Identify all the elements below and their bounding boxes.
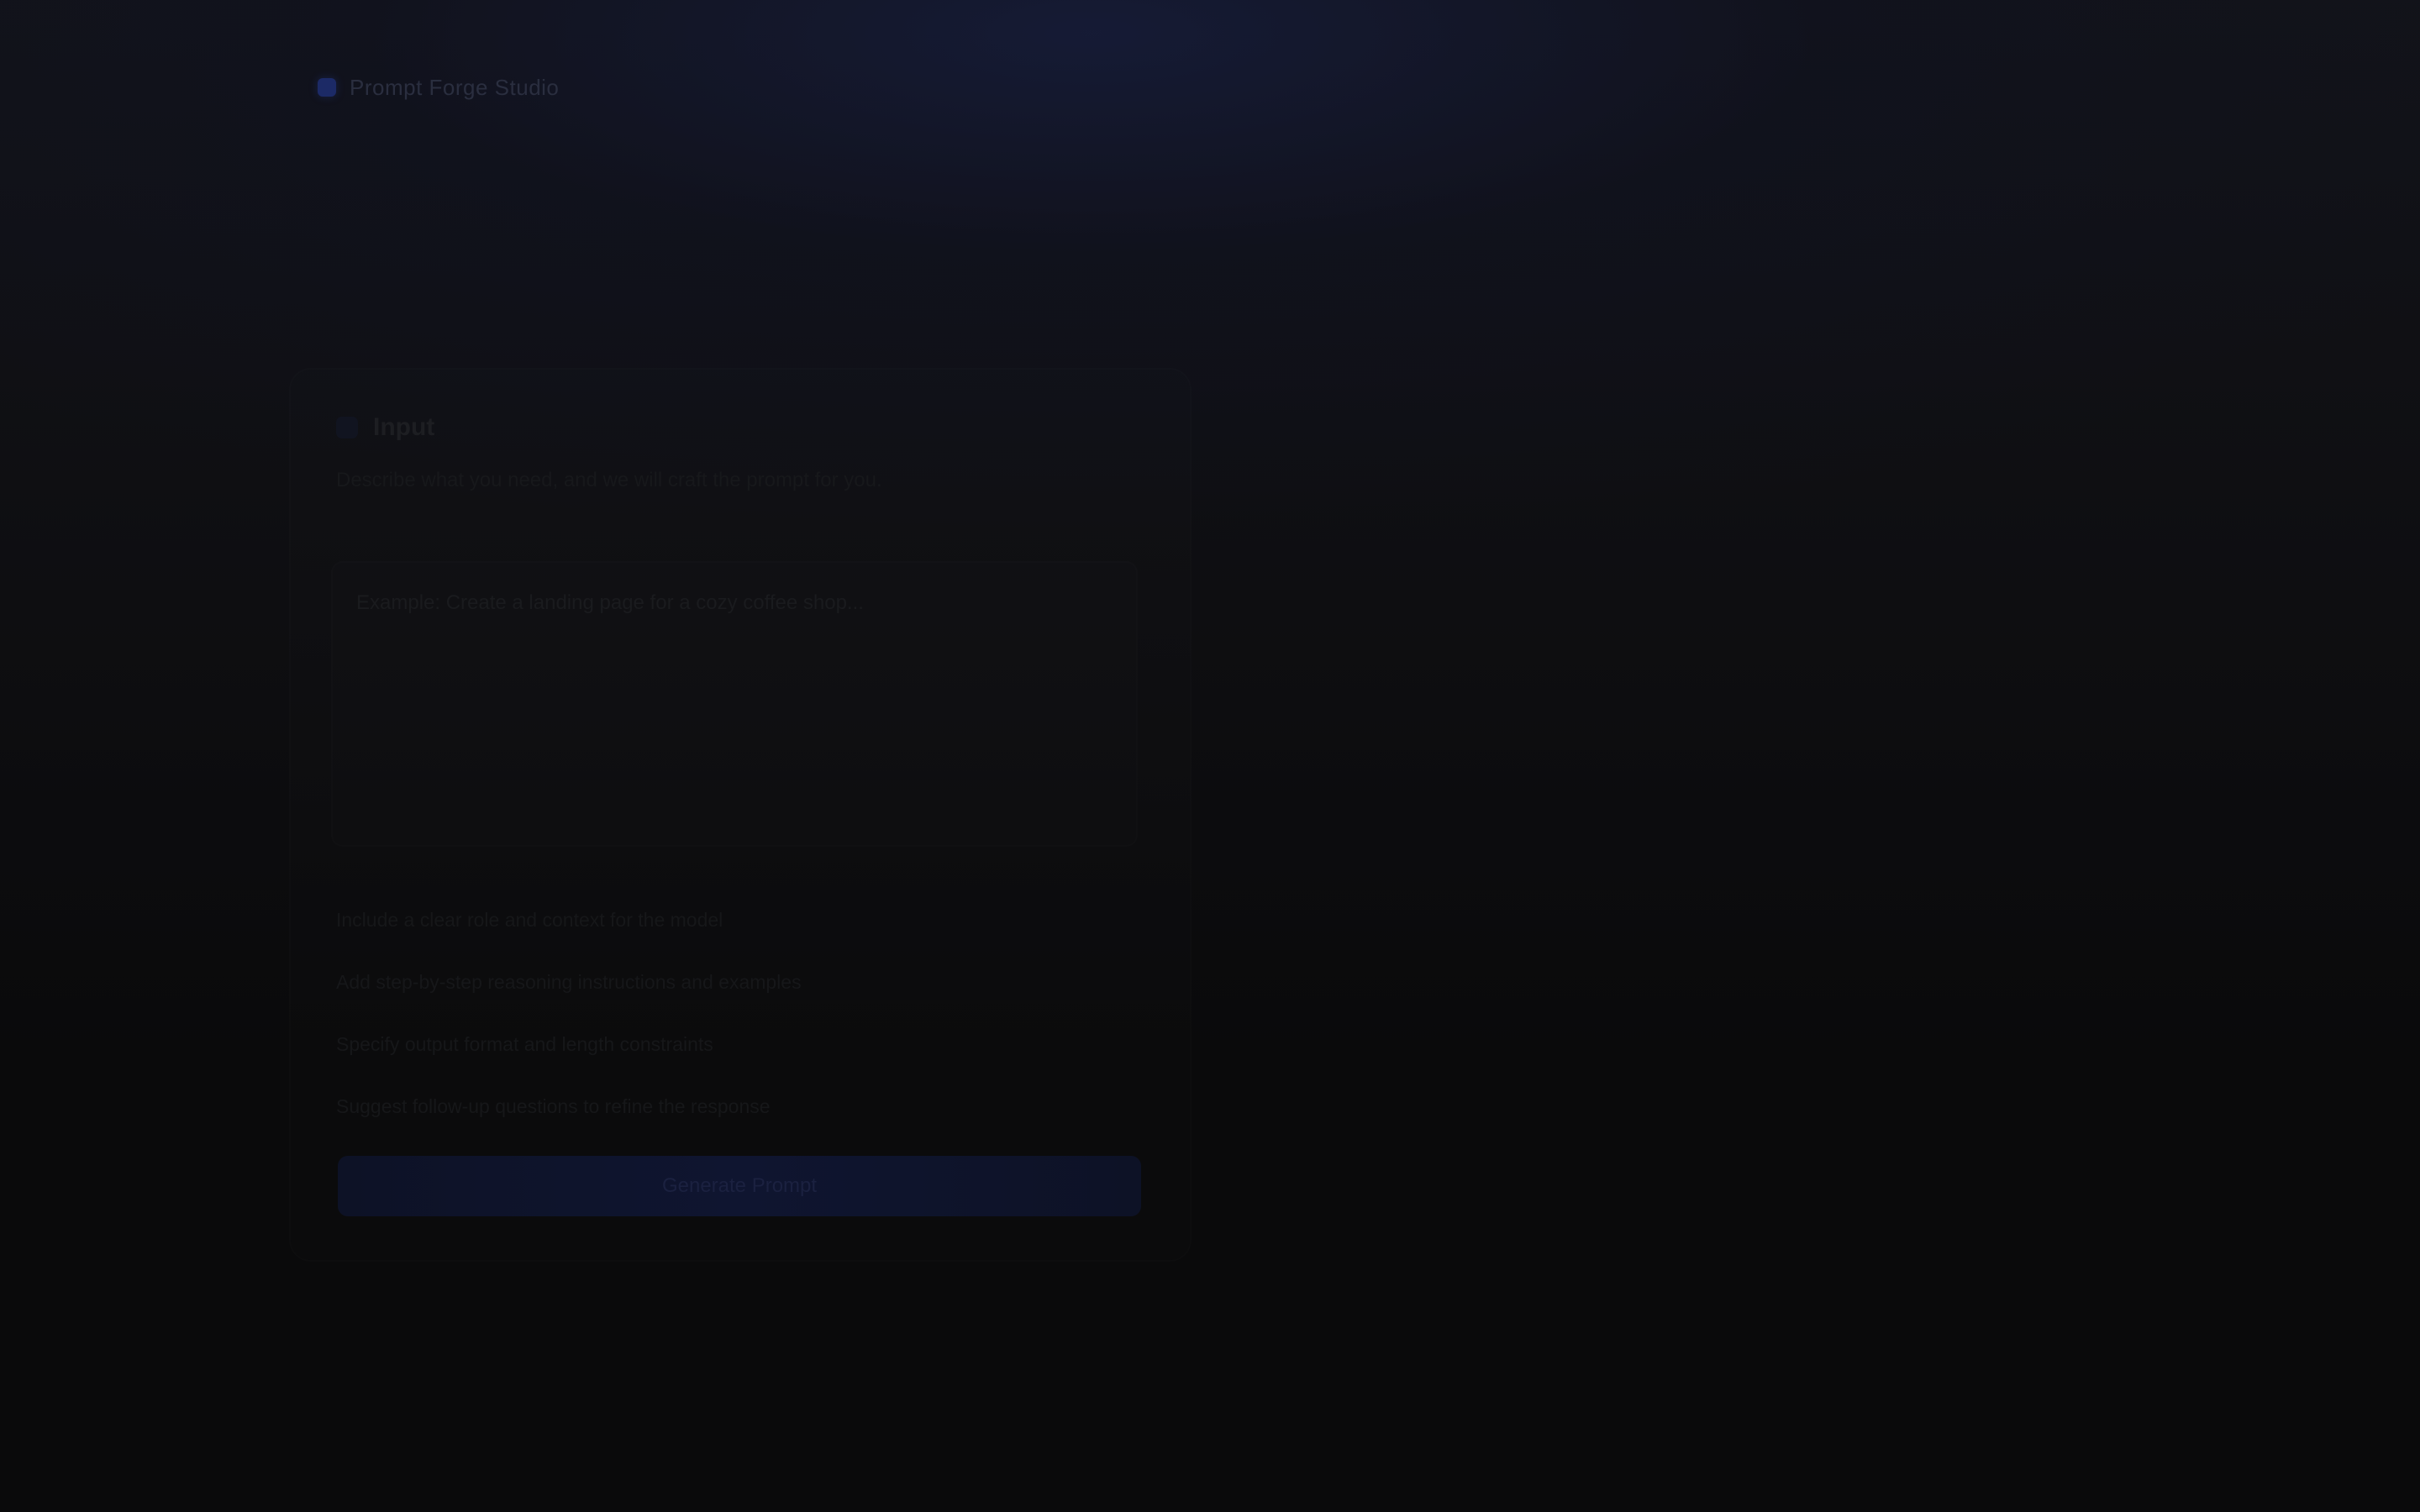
option-label: Specify output format and length constra… bbox=[336, 1033, 713, 1055]
option-item-role[interactable]: Include a clear role and context for the… bbox=[336, 900, 1143, 963]
option-item-reasoning[interactable]: Add step-by-step reasoning instructions … bbox=[336, 963, 1143, 1025]
input-card: Input Describe what you need, and we wil… bbox=[291, 370, 1190, 1260]
option-item-format[interactable]: Specify output format and length constra… bbox=[336, 1025, 1143, 1087]
logo-icon bbox=[318, 78, 336, 97]
options-list: Include a clear role and context for the… bbox=[336, 900, 1143, 1149]
card-header: Input bbox=[336, 413, 434, 442]
card-title: Input bbox=[373, 413, 435, 441]
card-description: Describe what you need, and we will craf… bbox=[336, 469, 882, 491]
option-label: Suggest follow-up questions to refine th… bbox=[336, 1095, 771, 1117]
option-item-followup[interactable]: Suggest follow-up questions to refine th… bbox=[336, 1087, 1143, 1149]
brand[interactable]: Prompt Forge Studio bbox=[318, 71, 559, 104]
app-window: Prompt Forge Studio Input Describe what … bbox=[0, 0, 2420, 1512]
option-label: Add step-by-step reasoning instructions … bbox=[336, 971, 802, 993]
brand-name: Prompt Forge Studio bbox=[350, 74, 560, 100]
generate-button[interactable]: Generate Prompt bbox=[338, 1156, 1141, 1216]
edit-icon bbox=[336, 417, 358, 438]
option-label: Include a clear role and context for the… bbox=[336, 909, 723, 931]
prompt-input[interactable] bbox=[331, 561, 1138, 847]
